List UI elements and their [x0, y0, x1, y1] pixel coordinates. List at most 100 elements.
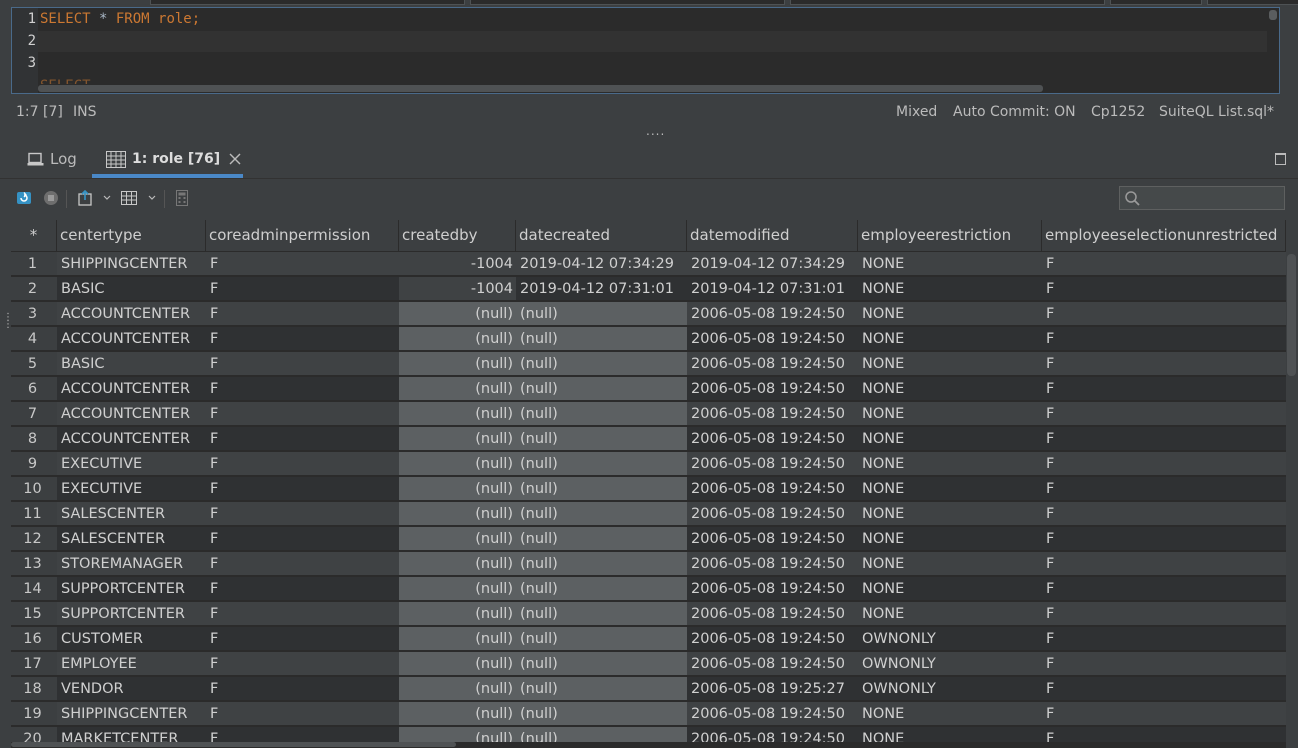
table-cell[interactable]: F [1042, 252, 1286, 276]
table-row[interactable]: 14 SUPPORTCENTER F (null) (null) 2006-05-08 1… [11, 577, 1286, 602]
table-cell[interactable]: F [1042, 402, 1286, 426]
table-cell[interactable]: (null) [516, 627, 687, 651]
row-number[interactable]: 9 [11, 452, 57, 476]
side-drag-handle[interactable]: ⋮ ⋮ [3, 313, 13, 330]
table-cell[interactable]: NONE [858, 727, 1042, 742]
table-cell[interactable]: F [1042, 652, 1286, 676]
table-cell[interactable]: (null) [399, 627, 516, 651]
table-cell[interactable]: 2006-05-08 19:24:50 [687, 577, 858, 601]
table-cell[interactable]: (null) [399, 677, 516, 701]
editor-tab[interactable] [790, 0, 1105, 5]
table-cell[interactable]: F [206, 627, 399, 651]
table-cell[interactable]: F [206, 302, 399, 326]
editor-tab[interactable] [150, 0, 465, 5]
table-cell[interactable]: STOREMANAGER [57, 552, 206, 576]
table-cell[interactable]: F [1042, 377, 1286, 401]
table-cell[interactable]: NONE [858, 602, 1042, 626]
table-cell[interactable]: F [1042, 627, 1286, 651]
row-number[interactable]: 4 [11, 327, 57, 351]
restore-icon[interactable] [1275, 153, 1286, 165]
editor-horizontal-scrollbar[interactable] [38, 84, 1268, 93]
table-cell[interactable]: (null) [516, 302, 687, 326]
table-cell[interactable]: OWNONLY [858, 652, 1042, 676]
table-cell[interactable]: (null) [399, 727, 516, 742]
scrollbar-thumb[interactable] [11, 742, 456, 747]
table-cell[interactable]: 2006-05-08 19:24:50 [687, 627, 858, 651]
table-cell[interactable]: (null) [399, 527, 516, 551]
row-number[interactable]: 17 [11, 652, 57, 676]
table-cell[interactable]: F [1042, 577, 1286, 601]
table-cell[interactable]: (null) [399, 477, 516, 501]
table-cell[interactable]: F [1042, 552, 1286, 576]
table-row[interactable]: 13 STOREMANAGER F (null) (null) 2006-05-08 19… [11, 552, 1286, 577]
table-cell[interactable]: (null) [516, 327, 687, 351]
grid-vertical-scrollbar[interactable] [1286, 252, 1298, 742]
table-cell[interactable]: F [1042, 727, 1286, 742]
table-cell[interactable]: (null) [516, 652, 687, 676]
table-cell[interactable]: (null) [399, 702, 516, 726]
table-cell[interactable]: EXECUTIVE [57, 452, 206, 476]
table-row[interactable]: 3 ACCOUNTCENTER F (null) (null) 2006-05-08 19… [11, 302, 1286, 327]
table-cell[interactable]: -1004 [399, 277, 516, 301]
table-cell[interactable]: BASIC [57, 352, 206, 376]
table-cell[interactable]: F [1042, 602, 1286, 626]
table-cell[interactable]: SUPPORTCENTER [57, 577, 206, 601]
table-cell[interactable]: SALESCENTER [57, 502, 206, 526]
refresh-icon[interactable] [16, 190, 32, 206]
scrollbar-thumb[interactable] [1269, 10, 1277, 20]
table-row[interactable]: 7 ACCOUNTCENTER F (null) (null) 2006-05-08 19… [11, 402, 1286, 427]
table-cell[interactable]: 2006-05-08 19:24:50 [687, 327, 858, 351]
table-cell[interactable]: SHIPPINGCENTER [57, 702, 206, 726]
row-number[interactable]: 19 [11, 702, 57, 726]
row-number[interactable]: 18 [11, 677, 57, 701]
table-cell[interactable]: F [206, 327, 399, 351]
table-cell[interactable]: F [206, 502, 399, 526]
table-cell[interactable]: 2019-04-12 07:31:01 [687, 277, 858, 301]
table-cell[interactable]: 2006-05-08 19:24:50 [687, 402, 858, 426]
auto-commit-status[interactable]: Auto Commit: ON [953, 104, 1076, 122]
table-cell[interactable]: NONE [858, 427, 1042, 451]
table-cell[interactable]: NONE [858, 352, 1042, 376]
table-row[interactable]: 2 BASIC F -1004 2019-04-12 07:31:01 2019-04-1… [11, 277, 1286, 302]
table-cell[interactable]: 2006-05-08 19:24:50 [687, 602, 858, 626]
table-cell[interactable]: F [206, 477, 399, 501]
column-header[interactable]: datemodified [687, 220, 858, 251]
column-header[interactable]: datecreated [516, 220, 687, 251]
table-cell[interactable]: (null) [516, 552, 687, 576]
chevron-down-icon[interactable] [148, 195, 156, 201]
table-cell[interactable]: 2006-05-08 19:24:50 [687, 452, 858, 476]
table-cell[interactable]: SUPPORTCENTER [57, 602, 206, 626]
table-row[interactable]: 6 ACCOUNTCENTER F (null) (null) 2006-05-08 19… [11, 377, 1286, 402]
close-icon[interactable] [229, 153, 241, 165]
table-cell[interactable]: 2006-05-08 19:24:50 [687, 377, 858, 401]
table-cell[interactable]: NONE [858, 252, 1042, 276]
table-cell[interactable]: F [1042, 677, 1286, 701]
row-header-star[interactable]: * [11, 220, 57, 251]
table-cell[interactable]: ACCOUNTCENTER [57, 402, 206, 426]
row-number[interactable]: 20 [11, 727, 57, 742]
table-row[interactable]: 20 MARKETCENTER F (null) (null) 2006-05-08 19… [11, 727, 1286, 742]
editor-vertical-scrollbar[interactable] [1267, 8, 1279, 93]
table-cell[interactable]: F [206, 527, 399, 551]
table-cell[interactable]: 2006-05-08 19:24:50 [687, 302, 858, 326]
table-row[interactable]: 19 SHIPPINGCENTER F (null) (null) 2006-05-08 … [11, 702, 1286, 727]
table-cell[interactable]: NONE [858, 577, 1042, 601]
column-header[interactable]: employeerestriction [858, 220, 1042, 251]
table-cell[interactable]: EMPLOYEE [57, 652, 206, 676]
table-cell[interactable]: BASIC [57, 277, 206, 301]
editor-tab[interactable] [1110, 0, 1202, 5]
table-cell[interactable]: (null) [516, 477, 687, 501]
table-cell[interactable]: F [206, 452, 399, 476]
table-cell[interactable]: 2006-05-08 19:24:50 [687, 427, 858, 451]
table-cell[interactable]: 2019-04-12 07:34:29 [687, 252, 858, 276]
table-cell[interactable]: F [1042, 452, 1286, 476]
grid-horizontal-scrollbar[interactable] [11, 742, 1286, 748]
table-cell[interactable]: 2006-05-08 19:25:27 [687, 677, 858, 701]
table-cell[interactable]: NONE [858, 552, 1042, 576]
table-cell[interactable]: 2006-05-08 19:24:50 [687, 702, 858, 726]
table-cell[interactable]: (null) [399, 652, 516, 676]
row-number[interactable]: 15 [11, 602, 57, 626]
sql-editor[interactable]: 1 2 3 SELECT * FROM role; SELECT [11, 7, 1280, 94]
table-cell[interactable]: (null) [399, 552, 516, 576]
table-cell[interactable]: NONE [858, 477, 1042, 501]
